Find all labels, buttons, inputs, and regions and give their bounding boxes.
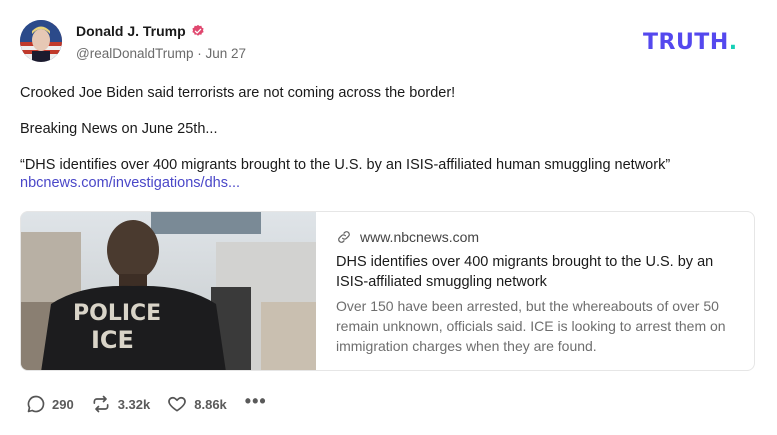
reply-button[interactable]: 290 [26, 394, 74, 414]
ice-agent-photo: POLICE ICE [21, 212, 316, 370]
comment-icon [27, 395, 45, 413]
post-link[interactable]: nbcnews.com/investigations/dhs... [20, 174, 240, 192]
link-domain: www.nbcnews.com [360, 229, 480, 245]
retruth-count: 3.32k [117, 396, 151, 412]
link-preview-image[interactable]: POLICE ICE [21, 212, 316, 370]
retruth-icon [93, 395, 109, 413]
link-description: Over 150 have been arrested, but the whe… [336, 298, 726, 354]
like-count: 8.86k [194, 396, 227, 412]
author-name-row[interactable]: Donald J. Trump [76, 23, 205, 39]
post-line-2: Breaking News on June 25th... [20, 121, 218, 137]
police-text: POLICE [73, 301, 161, 326]
more-options-button[interactable]: ••• [245, 391, 267, 412]
author-handle[interactable]: @realDonaldTrump [76, 46, 194, 61]
post-body: Crooked Joe Biden said terrorists are no… [20, 84, 760, 191]
link-preview-body[interactable]: www.nbcnews.com DHS identifies over 400 … [316, 212, 754, 370]
link-icon [338, 231, 350, 243]
verified-badge-icon [192, 24, 204, 36]
reply-count: 290 [52, 396, 74, 412]
link-domain-row: www.nbcnews.com [336, 229, 736, 245]
heart-icon [168, 396, 187, 412]
post-line-1: Crooked Joe Biden said terrorists are no… [20, 85, 456, 101]
avatar[interactable] [20, 20, 62, 62]
post-date[interactable]: Jun 27 [206, 46, 247, 61]
truth-logo-text: TRUTH [643, 30, 729, 55]
ice-text: ICE [91, 326, 134, 354]
author-name[interactable]: Donald J. Trump [76, 23, 186, 39]
author-handle-row: @realDonaldTrump · Jun 27 [76, 46, 246, 61]
retruth-button[interactable]: 3.32k [90, 394, 151, 414]
post-line-3: “DHS identifies over 400 migrants brough… [20, 157, 671, 173]
truth-logo[interactable]: TRUTH. [643, 30, 738, 55]
truth-logo-dot: . [728, 30, 738, 55]
meta-separator: · [197, 46, 202, 61]
link-preview-card[interactable]: POLICE ICE www.nbcnews.com DHS identifie… [20, 211, 755, 371]
like-button[interactable]: 8.86k [166, 394, 227, 414]
link-title[interactable]: DHS identifies over 400 migrants brought… [336, 252, 731, 292]
post-actions: 290 3.32k 8.86k ••• [26, 391, 267, 414]
